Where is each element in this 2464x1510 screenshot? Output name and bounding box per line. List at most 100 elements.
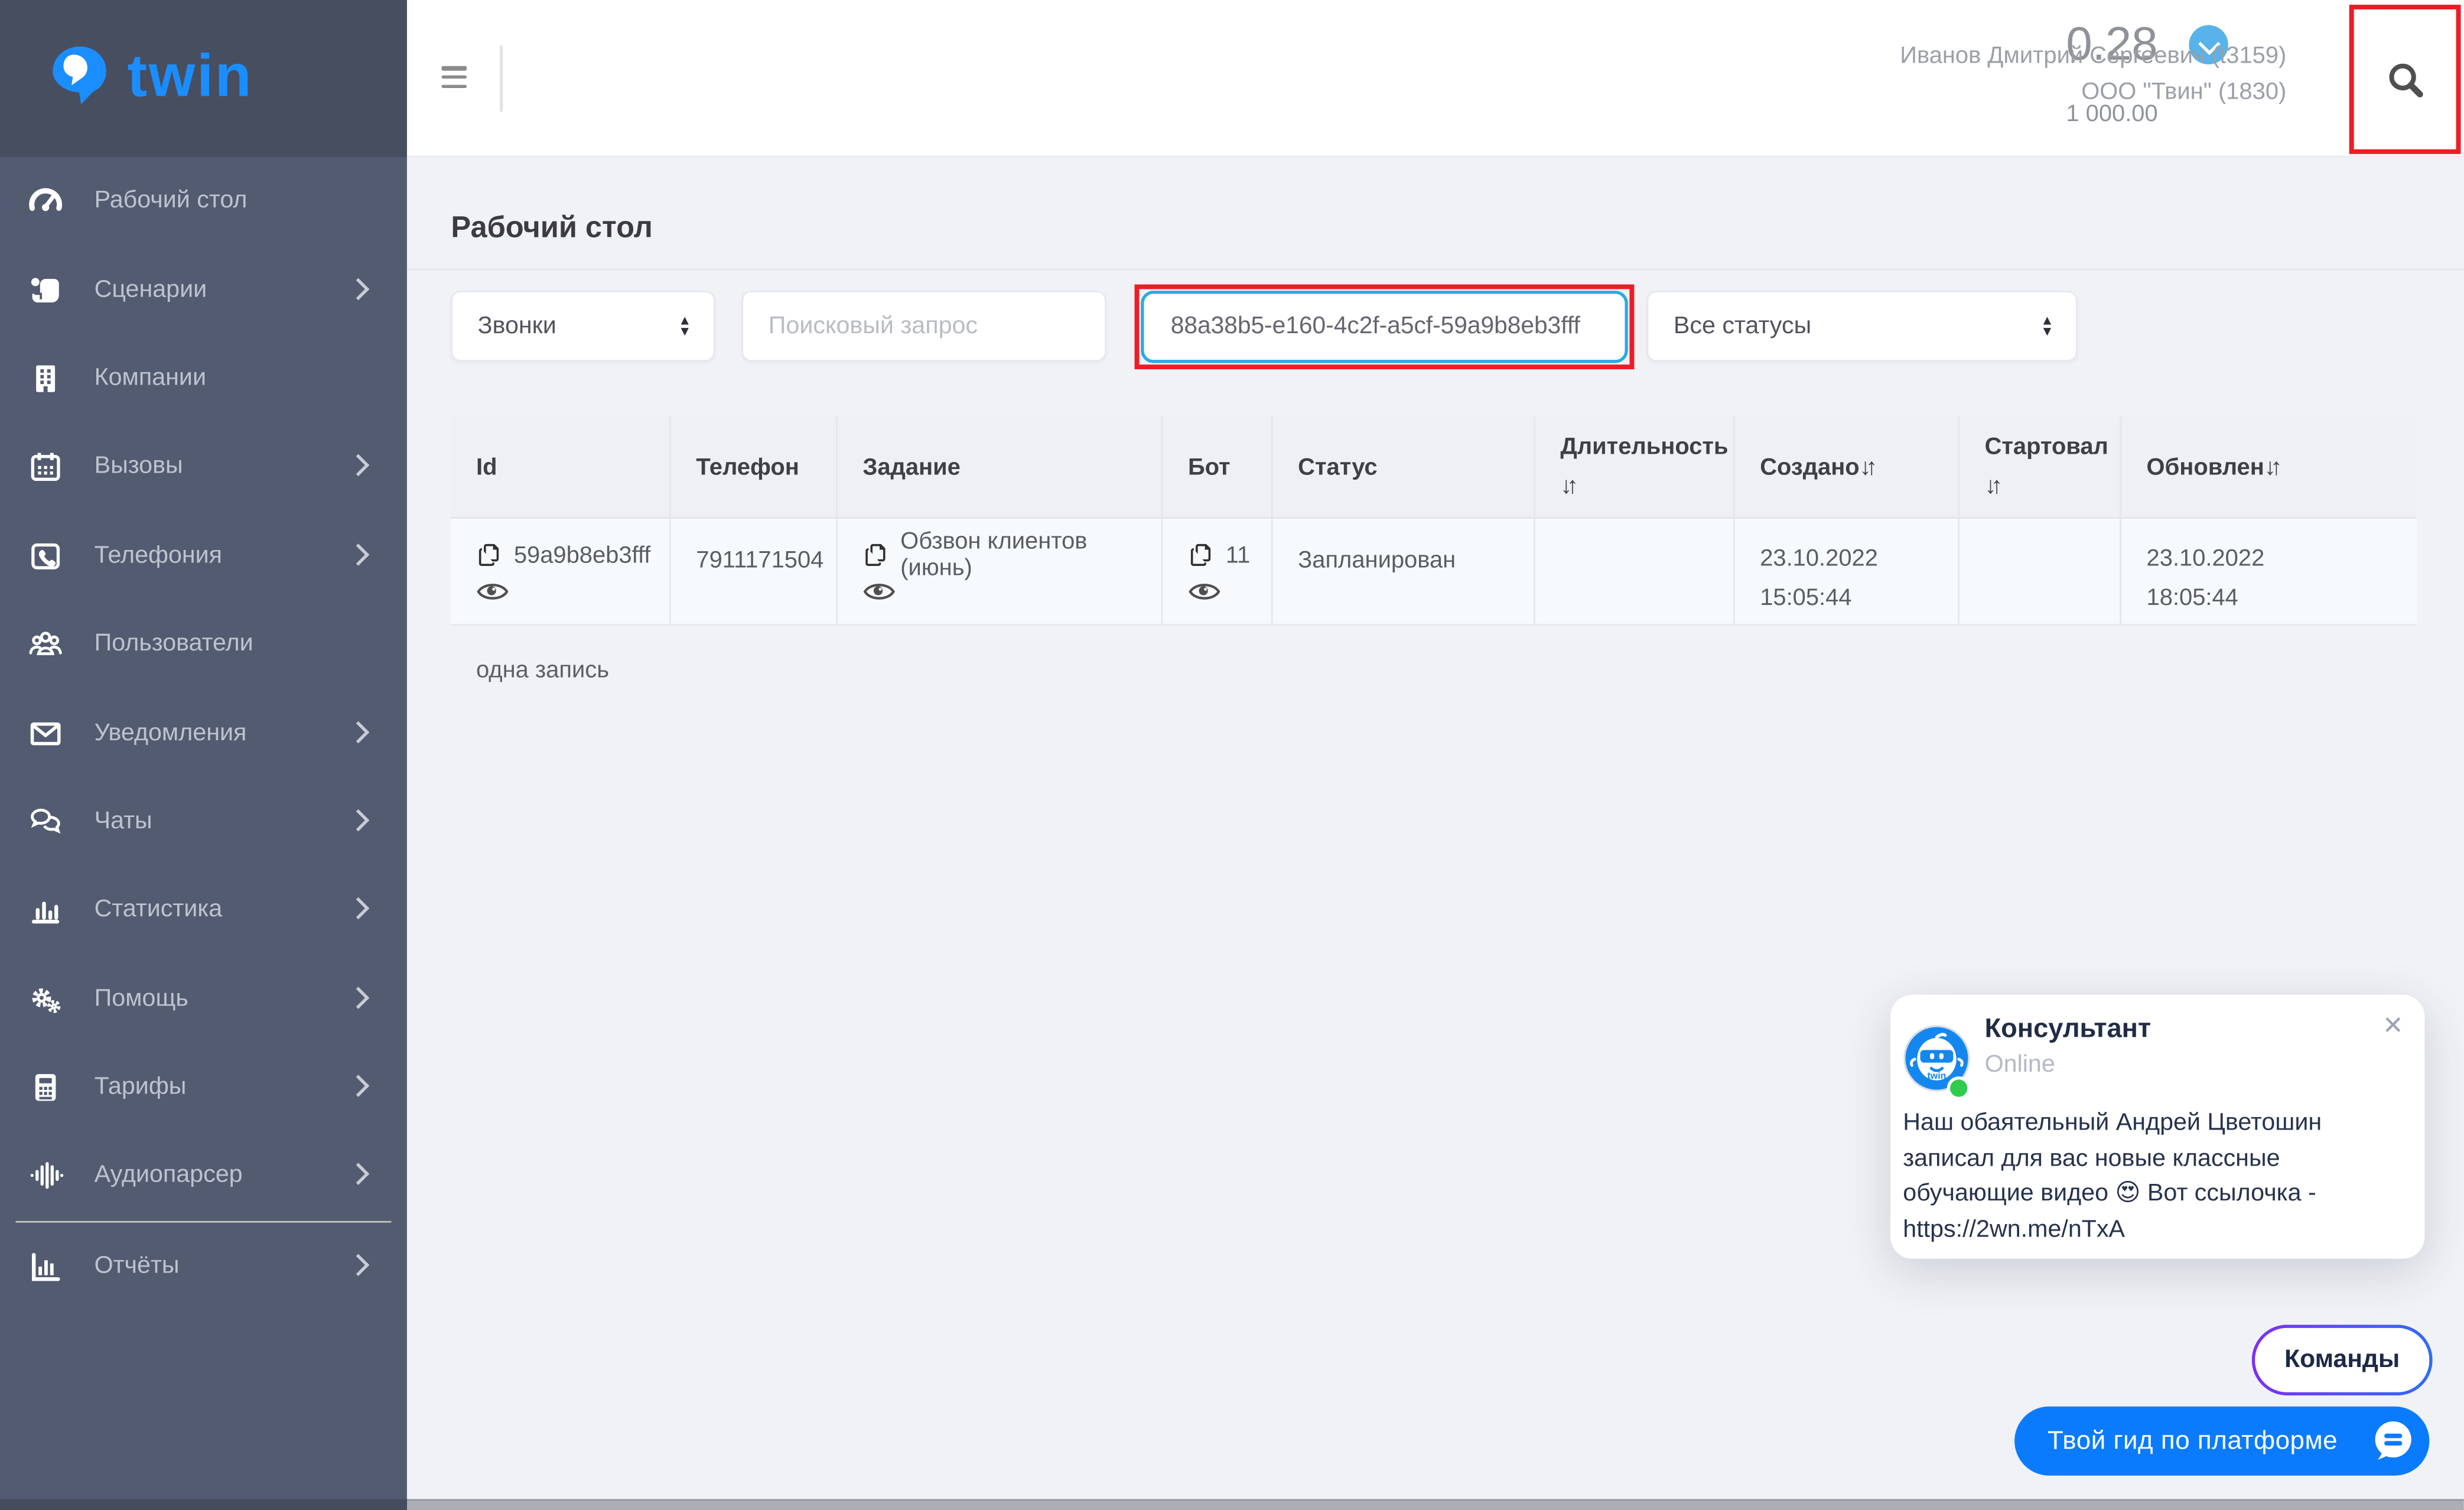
status-select[interactable]: Все статусы ▲▼ xyxy=(1647,291,2078,362)
sidebar-item-statistics[interactable]: Статистика xyxy=(0,866,407,955)
copy-icon[interactable] xyxy=(862,541,891,569)
annotation-box-search xyxy=(2349,5,2461,154)
annotation-box-id-input xyxy=(1135,284,1635,369)
brand-wordmark: twin xyxy=(127,43,253,110)
chat-title: Консультант xyxy=(1985,1014,2151,1045)
col-header-bot: Бот xyxy=(1163,416,1272,517)
chevron-right-icon xyxy=(347,1075,370,1098)
main-content: Рабочий стол Звонки ▲▼ Все статусы ▲▼ Id… xyxy=(407,157,2464,1510)
online-status-dot xyxy=(1947,1076,1971,1100)
chat-message: Наш обаятельный Андрей Цветошин записал … xyxy=(1903,1107,2374,1248)
calls-icon xyxy=(25,447,66,487)
chevron-right-icon xyxy=(347,278,370,300)
cell-created: 23.10.2022 15:05:44 xyxy=(1735,517,1960,624)
sort-icon: ↓↑ xyxy=(2264,447,2281,487)
sort-icon: ↓↑ xyxy=(1560,467,1577,506)
gears-icon xyxy=(25,978,66,1019)
sidebar-item-label: Тарифы xyxy=(95,1073,187,1102)
search-query-input[interactable] xyxy=(765,310,1082,341)
telephony-icon xyxy=(25,535,66,576)
search-icon[interactable] xyxy=(2385,59,2426,100)
platform-guide-button[interactable]: Твой гид по платформе xyxy=(2014,1407,2429,1476)
sidebar-item-help[interactable]: Помощь xyxy=(0,955,407,1043)
hamburger-menu-icon[interactable] xyxy=(441,66,467,93)
sidebar-item-label: Статистика xyxy=(95,896,223,925)
waveform-icon xyxy=(25,1156,66,1196)
cell-duration xyxy=(1535,517,1735,624)
content-divider xyxy=(407,269,2464,271)
users-icon xyxy=(25,624,66,665)
sidebar-item-label: Уведомления xyxy=(95,719,247,747)
user-name: Иванов Дмитрий Сергеевич (t3159) xyxy=(1900,38,2286,74)
type-select[interactable]: Звонки ▲▼ xyxy=(451,291,715,362)
col-header-started[interactable]: Стартовал ↓↑ xyxy=(1960,416,2121,517)
chevron-right-icon xyxy=(347,721,370,743)
user-info[interactable]: Иванов Дмитрий Сергеевич (t3159) ООО "Тв… xyxy=(1900,38,2286,110)
report-chart-icon xyxy=(25,1247,66,1287)
sidebar-nav: Рабочий стол Сценарии Компании Вызо xyxy=(0,157,407,1312)
col-header-created[interactable]: Создано↓↑ xyxy=(1735,416,1960,517)
sidebar-item-calls[interactable]: Вызовы xyxy=(0,423,407,512)
chevron-right-icon xyxy=(347,455,370,477)
cell-updated: 23.10.2022 18:05:44 xyxy=(2121,517,2417,624)
sidebar-item-companies[interactable]: Компании xyxy=(0,334,407,423)
cell-bot: 11 xyxy=(1163,517,1272,624)
header-divider xyxy=(500,45,502,112)
close-icon[interactable]: × xyxy=(2384,1007,2403,1045)
select-arrows-icon: ▲▼ xyxy=(2040,314,2053,338)
horizontal-scrollbar-thumb[interactable] xyxy=(0,1499,407,1510)
sort-icon: ↓↑ xyxy=(1985,467,2002,506)
user-company: ООО "Твин" (1830) xyxy=(1900,74,2286,110)
chevron-right-icon xyxy=(347,544,370,566)
sidebar-item-label: Отчёты xyxy=(95,1253,180,1281)
copy-icon[interactable] xyxy=(1188,541,1216,569)
sidebar-item-audioparser[interactable]: Аудиопарсер xyxy=(0,1132,407,1221)
sidebar-item-label: Чаты xyxy=(95,808,152,836)
sidebar-item-users[interactable]: Пользователи xyxy=(0,600,407,689)
chat-status: Online xyxy=(1985,1052,2055,1080)
search-query-field xyxy=(742,291,1106,362)
sidebar-item-label: Пользователи xyxy=(95,630,253,659)
sidebar-item-label: Помощь xyxy=(95,985,188,1013)
sidebar-item-label: Телефония xyxy=(95,542,222,570)
cell-phone: 7911171504 xyxy=(671,517,838,624)
sidebar-item-notifications[interactable]: Уведомления xyxy=(0,689,407,777)
col-header-duration[interactable]: Длительность ↓↑ xyxy=(1535,416,1735,517)
cell-id: 59a9b8eb3fff xyxy=(451,517,670,624)
horizontal-scrollbar[interactable] xyxy=(407,1499,2464,1510)
consultant-chat-widget: twin Консультант Online × Наш обаятельны… xyxy=(1890,995,2424,1259)
sidebar-item-label: Сценарии xyxy=(95,276,207,304)
eye-icon[interactable] xyxy=(476,580,511,604)
chevron-right-icon xyxy=(347,987,370,1009)
select-arrows-icon: ▲▼ xyxy=(678,314,691,338)
col-header-task: Задание xyxy=(838,416,1163,517)
app-window: twin Рабочий стол Сценарии Комп xyxy=(0,0,2464,1510)
sidebar-item-label: Компании xyxy=(95,365,206,393)
sidebar-item-label: Вызовы xyxy=(95,453,183,481)
chevron-right-icon xyxy=(347,1163,370,1186)
type-select-value: Звонки xyxy=(478,312,556,340)
id-filter-input[interactable] xyxy=(1167,311,1601,343)
sidebar-item-chats[interactable]: Чаты xyxy=(0,777,407,866)
chat-bubble-icon xyxy=(2371,1419,2415,1471)
sidebar-item-reports[interactable]: Отчёты xyxy=(0,1223,407,1312)
sidebar-item-scenarios[interactable]: Сценарии xyxy=(0,246,407,334)
sidebar-item-tariffs[interactable]: Тарифы xyxy=(0,1043,407,1132)
copy-icon[interactable] xyxy=(476,541,504,569)
cell-status: Запланирован xyxy=(1273,517,1535,624)
sidebar-item-label: Аудиопарсер xyxy=(95,1162,243,1190)
col-header-updated[interactable]: Обновлен↓↑ xyxy=(2121,416,2417,517)
twin-logo-icon xyxy=(47,43,110,114)
id-filter-field xyxy=(1141,291,1628,363)
eye-icon[interactable] xyxy=(862,580,897,604)
logo[interactable]: twin xyxy=(0,0,407,157)
commands-button[interactable]: Команды xyxy=(2252,1324,2433,1395)
sidebar-item-telephony[interactable]: Телефония xyxy=(0,512,407,600)
eye-icon[interactable] xyxy=(1188,580,1223,604)
sidebar-item-dashboard[interactable]: Рабочий стол xyxy=(0,157,407,246)
companies-icon xyxy=(25,358,66,399)
scenarios-icon xyxy=(25,269,66,310)
cell-started xyxy=(1960,517,2121,624)
cell-task: Обзвон клиентов (июнь) xyxy=(838,517,1163,624)
records-count: одна запись xyxy=(476,657,609,684)
